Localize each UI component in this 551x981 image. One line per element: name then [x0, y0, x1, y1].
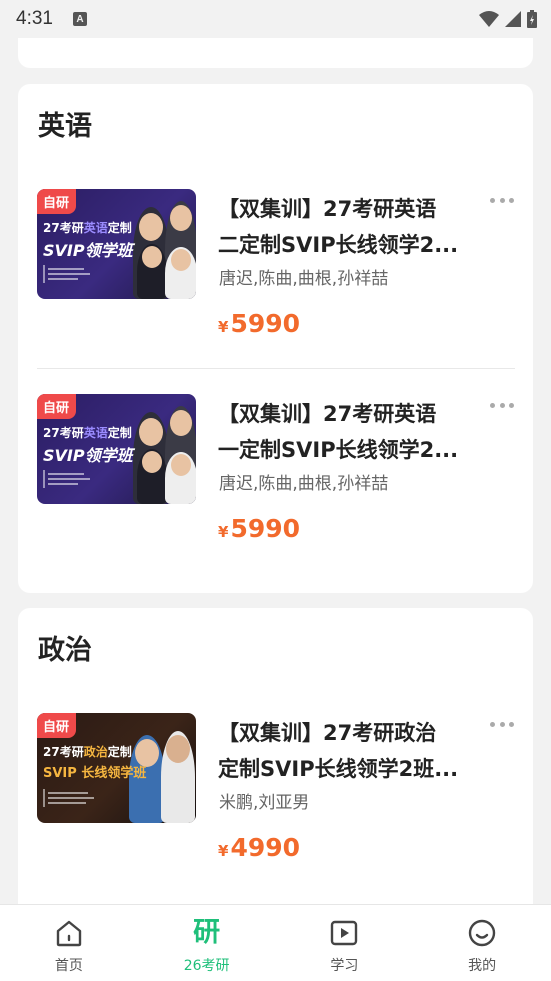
course-thumbnail: 自研 27考研政治定制 SVIP 长线领学班	[37, 713, 196, 823]
teacher-figure	[137, 244, 167, 299]
teacher-figure	[137, 449, 167, 504]
tab-mine[interactable]: 我的	[413, 905, 551, 981]
course-thumbnail: 自研 27考研英语定制 SVIP领学班	[37, 189, 196, 299]
thumb-headline: 27考研英语定制	[43, 221, 132, 235]
course-thumbnail: 自研 27考研英语定制 SVIP领学班	[37, 394, 196, 504]
course-item[interactable]: 自研 27考研英语定制 SVIP领学班 【双集训】27考研英语 二定制SVIP长…	[37, 189, 515, 339]
status-time: 4:31	[16, 8, 53, 29]
tab-home[interactable]: 首页	[0, 905, 138, 981]
course-teachers: 唐迟,陈曲,曲根,孙祥喆	[219, 474, 389, 494]
section-card-english: 英语 自研 27考研英语定制 SVIP领学班 【双集训】27考研英语 二定制SV…	[18, 84, 533, 593]
course-title[interactable]: 【双集训】27考研英语 一定制SVIP长线领学2...	[218, 396, 478, 468]
course-item[interactable]: 自研 27考研英语定制 SVIP领学班 【双集训】27考研英语 一定制SVIP长…	[37, 394, 515, 544]
kaoyan-icon: 研	[193, 917, 221, 948]
tab-kaoyan[interactable]: 研 26考研	[138, 905, 276, 981]
status-bar: 4:31 A	[0, 0, 551, 38]
course-item[interactable]: 自研 27考研政治定制 SVIP 长线领学班 【双集训】27考研政治 定制SVI…	[37, 713, 515, 863]
wifi-icon	[479, 11, 499, 27]
thumb-details	[43, 470, 95, 488]
thumb-tag: 自研	[37, 394, 77, 419]
previous-card	[18, 38, 533, 68]
status-indicators	[479, 10, 537, 28]
more-options-button[interactable]	[490, 717, 514, 731]
course-price: ¥5990	[218, 309, 301, 338]
teacher-figure	[165, 247, 196, 299]
section-card-politics: 政治 自研 27考研政治定制 SVIP 长线领学班 【双集训】27考研政治 定制…	[18, 608, 533, 904]
thumb-headline: 27考研英语定制	[43, 426, 132, 440]
teacher-figure	[161, 731, 195, 823]
smile-icon	[466, 917, 498, 949]
thumb-subheadline: SVIP 长线领学班	[43, 766, 147, 781]
tab-label: 26考研	[183, 958, 230, 974]
more-options-button[interactable]	[490, 398, 514, 412]
signal-icon	[505, 11, 521, 27]
home-icon	[53, 917, 85, 949]
thumb-details	[43, 789, 95, 807]
section-title: 政治	[38, 635, 92, 666]
course-price: ¥4990	[218, 833, 301, 862]
thumb-details	[43, 265, 95, 283]
course-price: ¥5990	[218, 514, 301, 543]
tab-label: 首页	[54, 958, 83, 974]
teacher-figure	[165, 452, 196, 504]
course-list[interactable]: 英语 自研 27考研英语定制 SVIP领学班 【双集训】27考研英语 二定制SV…	[0, 38, 551, 904]
divider	[37, 368, 515, 369]
notification-a-icon: A	[72, 12, 87, 26]
course-teachers: 唐迟,陈曲,曲根,孙祥喆	[219, 269, 389, 289]
thumb-tag: 自研	[37, 713, 77, 738]
more-options-button[interactable]	[490, 193, 514, 207]
thumb-subheadline: SVIP领学班	[43, 446, 133, 465]
bottom-tab-bar: 首页 研 26考研 学习 我的	[0, 904, 551, 981]
thumb-headline: 27考研政治定制	[43, 745, 132, 759]
play-icon	[328, 917, 360, 949]
thumb-tag: 自研	[37, 189, 77, 214]
section-title: 英语	[38, 111, 92, 142]
tab-label: 我的	[468, 958, 497, 974]
battery-icon	[527, 10, 537, 28]
course-title[interactable]: 【双集训】27考研英语 二定制SVIP长线领学2...	[218, 191, 478, 263]
tab-study[interactable]: 学习	[276, 905, 414, 981]
course-title[interactable]: 【双集训】27考研政治 定制SVIP长线领学2班...	[218, 715, 478, 787]
thumb-subheadline: SVIP领学班	[43, 241, 133, 260]
tab-label: 学习	[330, 958, 359, 974]
course-teachers: 米鹏,刘亚男	[219, 793, 310, 813]
